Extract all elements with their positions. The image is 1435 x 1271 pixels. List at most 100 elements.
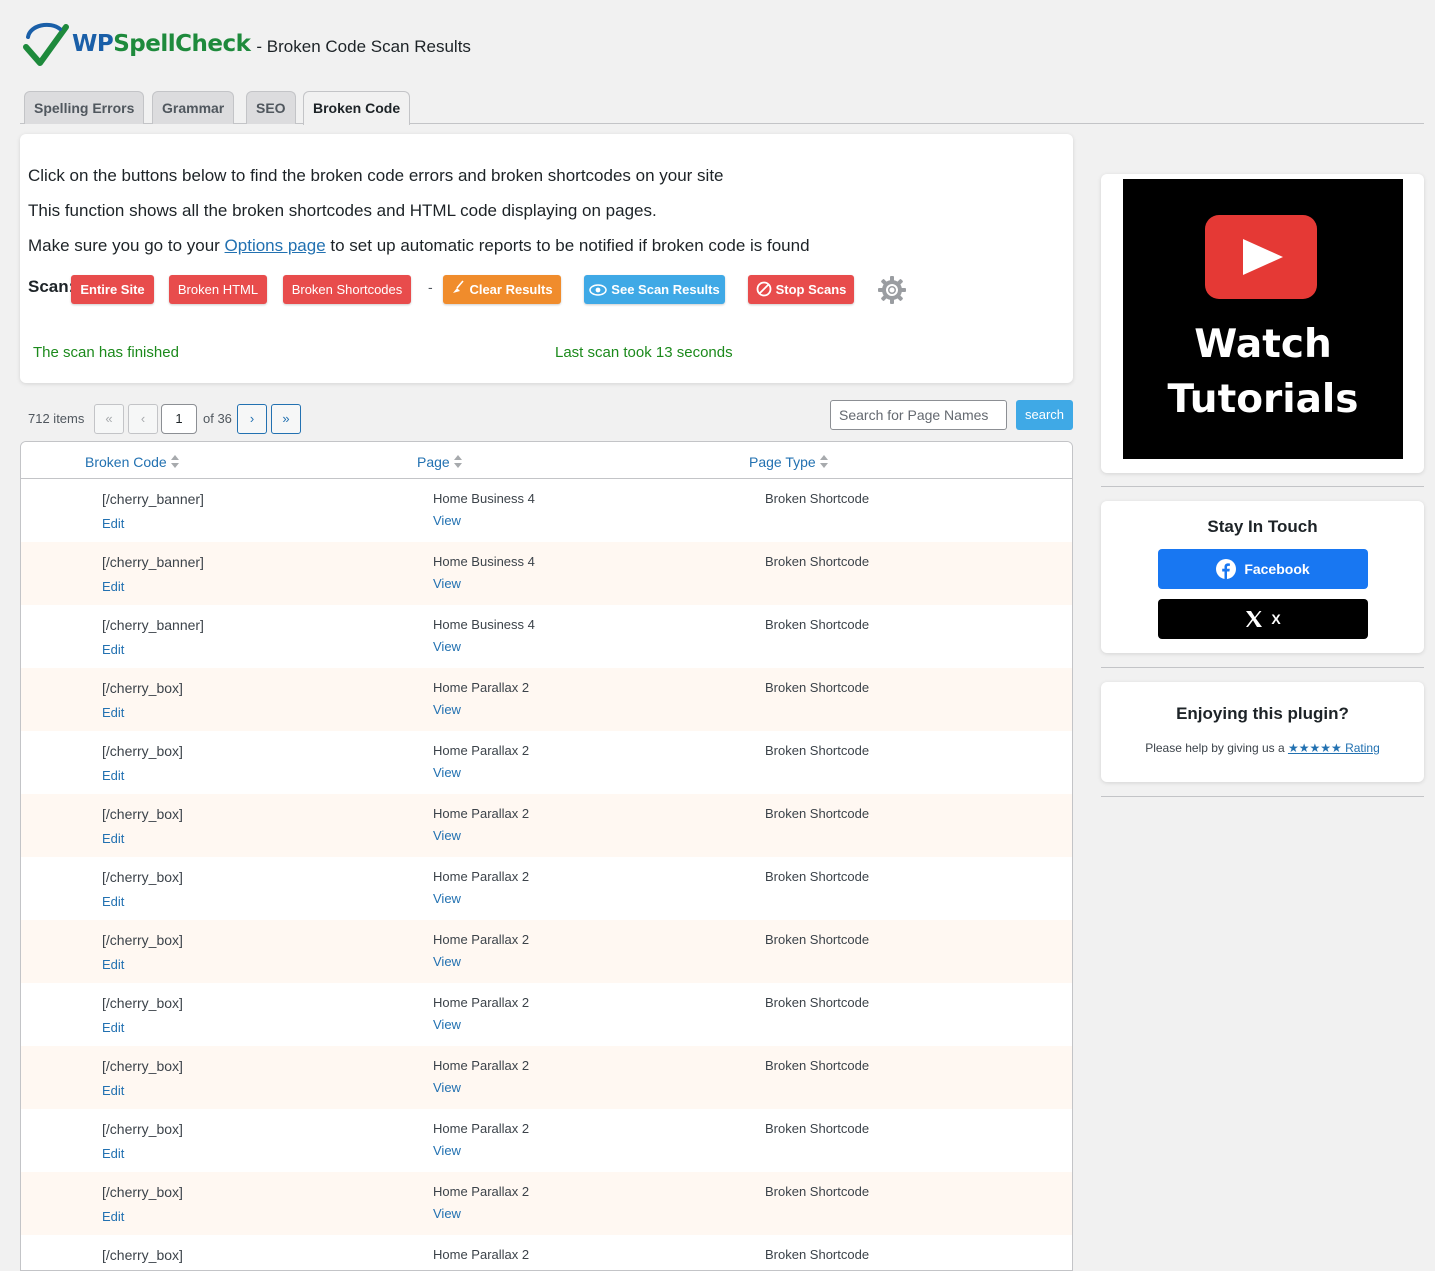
view-link[interactable]: View [433, 1206, 461, 1221]
edit-link[interactable]: Edit [102, 579, 124, 594]
page-name-cell: Home Parallax 2 [433, 680, 530, 695]
broken-code-cell: [/cherry_banner] [102, 491, 204, 507]
logo-wp: WP [72, 31, 114, 57]
x-button[interactable]: X [1158, 599, 1368, 639]
edit-link[interactable]: Edit [102, 1209, 124, 1224]
results-table: Broken Code Page Page Type [/cherry_bann… [20, 441, 1073, 1271]
broken-code-cell: [/cherry_box] [102, 1247, 183, 1263]
rating-text: Please help by giving us a ★★★★★ Rating [1145, 741, 1380, 755]
view-link[interactable]: View [433, 1143, 461, 1158]
column-page-type[interactable]: Page Type [749, 453, 829, 470]
rating-box: Enjoying this plugin? Please help by giv… [1101, 682, 1424, 782]
view-link[interactable]: View [433, 765, 461, 780]
settings-gear-icon[interactable] [876, 274, 908, 311]
edit-link[interactable]: Edit [102, 768, 124, 783]
options-page-link[interactable]: Options page [225, 236, 326, 255]
edit-link[interactable]: Edit [102, 705, 124, 720]
broken-code-cell: [/cherry_box] [102, 995, 183, 1011]
view-link[interactable]: View [433, 828, 461, 843]
page-type-cell: Broken Shortcode [765, 617, 870, 632]
facebook-button[interactable]: Facebook [1158, 549, 1368, 589]
sort-icon [453, 455, 463, 469]
edit-link[interactable]: Edit [102, 642, 124, 657]
page-type-cell: Broken Shortcode [765, 1247, 870, 1262]
page-name-cell: Home Parallax 2 [433, 1058, 530, 1073]
intro-line-2: This function shows all the broken short… [28, 201, 657, 220]
button-separator: - [428, 279, 433, 295]
edit-link[interactable]: Edit [102, 1020, 124, 1035]
table-row: [/cherry_banner] Edit Home Business 4 View B… [21, 479, 1072, 542]
view-link[interactable]: View [433, 702, 461, 717]
table-row: [/cherry_box] Edit Home Parallax 2 View Brok… [21, 668, 1072, 731]
see-scan-results-button[interactable]: See Scan Results [584, 275, 725, 304]
table-row: [/cherry_box] Edit Home Parallax 2 View Brok… [21, 857, 1072, 920]
facebook-icon [1216, 559, 1237, 579]
first-page-button[interactable]: « [94, 404, 124, 434]
scan-duration: Last scan took 13 seconds [555, 344, 733, 361]
intro-line-1: Click on the buttons below to find the b… [28, 166, 724, 185]
logo-spellcheck: SpellCheck [113, 31, 251, 57]
scan-broken-shortcodes-button[interactable]: Broken Shortcodes [283, 275, 411, 304]
page-name-cell: Home Parallax 2 [433, 743, 530, 758]
page-search-input[interactable]: Search for Page Names [830, 400, 1007, 430]
tab-seo[interactable]: SEO [246, 91, 296, 124]
page-type-cell: Broken Shortcode [765, 995, 870, 1010]
page-type-cell: Broken Shortcode [765, 491, 870, 506]
watch-tutorials-video[interactable]: Watch Tutorials [1123, 179, 1403, 459]
stop-scans-button[interactable]: Stop Scans [748, 275, 854, 304]
view-link[interactable]: View [433, 891, 461, 906]
edit-link[interactable]: Edit [102, 1083, 124, 1098]
edit-link[interactable]: Edit [102, 1146, 124, 1161]
search-button[interactable]: search [1016, 400, 1073, 430]
table-header: Broken Code Page Page Type [21, 442, 1072, 479]
column-broken-code[interactable]: Broken Code [85, 453, 180, 470]
edit-link[interactable]: Edit [102, 831, 124, 846]
broken-code-cell: [/cherry_box] [102, 932, 183, 948]
page-type-cell: Broken Shortcode [765, 1058, 870, 1073]
page-name-cell: Home Business 4 [433, 554, 535, 569]
column-page[interactable]: Page [417, 453, 463, 470]
next-page-button[interactable]: › [237, 404, 267, 434]
youtube-play-icon [1205, 215, 1317, 299]
broken-code-cell: [/cherry_box] [102, 1058, 183, 1074]
table-row: [/cherry_box] Edit Home Parallax 2 View Brok… [21, 794, 1072, 857]
page-type-cell: Broken Shortcode [765, 932, 870, 947]
tab-grammar[interactable]: Grammar [152, 91, 235, 124]
tab-broken-code[interactable]: Broken Code [303, 91, 411, 125]
view-link[interactable]: View [433, 576, 461, 591]
page-name-cell: Home Parallax 2 [433, 1247, 530, 1262]
sidebar-divider [1101, 486, 1424, 487]
broken-code-cell: [/cherry_banner] [102, 554, 204, 570]
tab-bar: Spelling Errors Grammar SEO Broken Code [20, 90, 1424, 125]
total-pages: of 36 [203, 411, 232, 426]
eye-icon [589, 277, 608, 306]
page-type-cell: Broken Shortcode [765, 743, 870, 758]
tab-spelling-errors[interactable]: Spelling Errors [24, 91, 145, 124]
intro-line-3: Make sure you go to your Options page to… [28, 236, 810, 255]
view-link[interactable]: View [433, 1017, 461, 1032]
broken-code-cell: [/cherry_box] [102, 1121, 183, 1137]
table-row: [/cherry_box] Edit Home Parallax 2 View Brok… [21, 731, 1072, 794]
table-row: [/cherry_box] Edit Home Parallax 2 View Brok… [21, 1046, 1072, 1109]
scan-entire-site-button[interactable]: Entire Site [71, 275, 154, 304]
current-page-input[interactable]: 1 [161, 404, 197, 434]
view-link[interactable]: View [433, 639, 461, 654]
last-page-button[interactable]: » [271, 404, 301, 434]
broken-code-cell: [/cherry_box] [102, 743, 183, 759]
edit-link[interactable]: Edit [102, 516, 124, 531]
sidebar-divider [1101, 667, 1424, 668]
stay-in-touch-title: Stay In Touch [1207, 517, 1318, 536]
clear-results-button[interactable]: Clear Results [443, 275, 561, 304]
wpspellcheck-logo: WPSpellCheck [20, 19, 251, 69]
edit-link[interactable]: Edit [102, 957, 124, 972]
broom-icon [451, 275, 465, 304]
page-type-cell: Broken Shortcode [765, 680, 870, 695]
broken-code-cell: [/cherry_banner] [102, 617, 204, 633]
edit-link[interactable]: Edit [102, 894, 124, 909]
view-link[interactable]: View [433, 513, 461, 528]
view-link[interactable]: View [433, 1080, 461, 1095]
scan-broken-html-button[interactable]: Broken HTML [169, 275, 267, 304]
rating-link[interactable]: ★★★★★ Rating [1288, 741, 1380, 755]
view-link[interactable]: View [433, 954, 461, 969]
prev-page-button[interactable]: ‹ [128, 404, 158, 434]
